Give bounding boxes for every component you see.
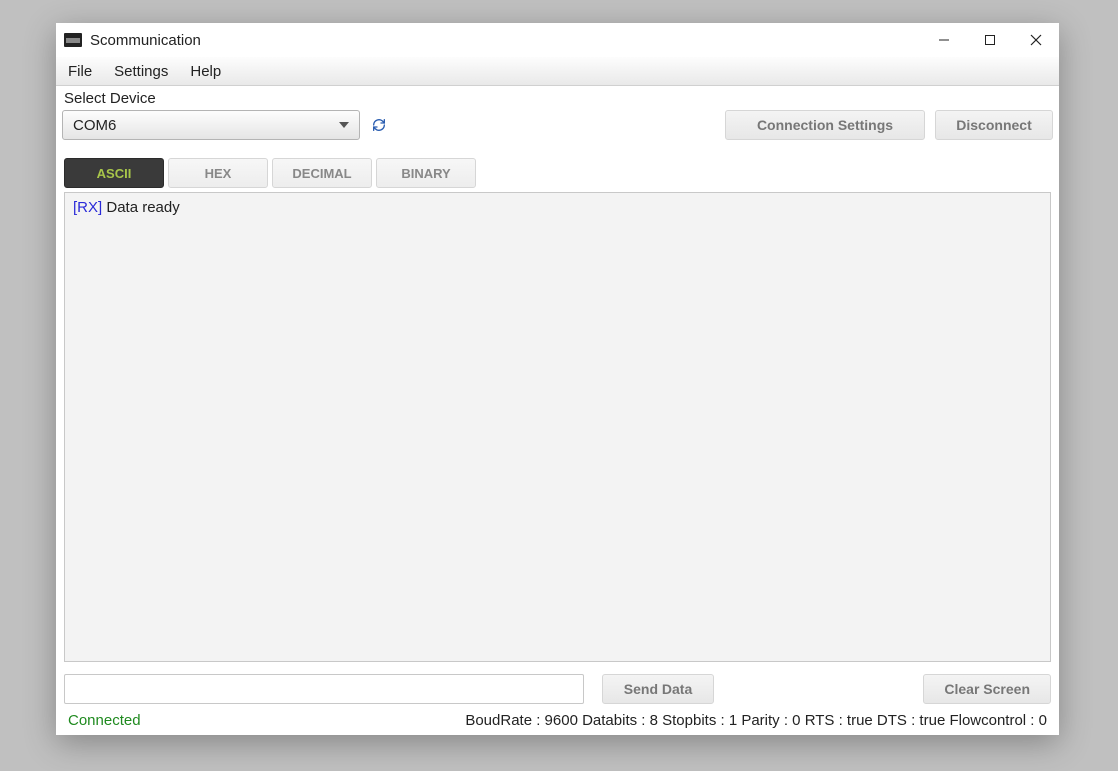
- tab-binary[interactable]: BINARY: [376, 158, 476, 188]
- log-rx-prefix: [RX]: [73, 199, 102, 216]
- close-button[interactable]: [1013, 23, 1059, 57]
- connection-params: BoudRate : 9600 Databits : 8 Stopbits : …: [465, 712, 1047, 729]
- tab-decimal[interactable]: DECIMAL: [272, 158, 372, 188]
- app-window: Scommunication File Settings Help Select…: [56, 23, 1059, 735]
- clear-screen-button[interactable]: Clear Screen: [923, 674, 1051, 704]
- connection-settings-button[interactable]: Connection Settings: [725, 110, 925, 140]
- refresh-icon: [371, 117, 387, 133]
- title-bar: Scommunication: [56, 23, 1059, 57]
- device-select[interactable]: COM6: [62, 110, 360, 140]
- menu-file[interactable]: File: [68, 63, 92, 80]
- disconnect-button[interactable]: Disconnect: [935, 110, 1053, 140]
- connection-status: Connected: [68, 712, 141, 729]
- tab-hex[interactable]: HEX: [168, 158, 268, 188]
- app-icon: [64, 33, 82, 47]
- close-icon: [1030, 34, 1042, 46]
- window-title: Scommunication: [90, 32, 201, 49]
- log-message: Data ready: [106, 199, 179, 216]
- menu-help[interactable]: Help: [190, 63, 221, 80]
- maximize-icon: [984, 34, 996, 46]
- window-controls: [921, 23, 1059, 57]
- minimize-icon: [938, 34, 950, 46]
- log-output[interactable]: [RX] Data ready: [64, 192, 1051, 662]
- menu-settings[interactable]: Settings: [114, 63, 168, 80]
- maximize-button[interactable]: [967, 23, 1013, 57]
- refresh-button[interactable]: [370, 116, 388, 134]
- device-selected-value: COM6: [73, 117, 116, 134]
- tab-ascii[interactable]: ASCII: [64, 158, 164, 188]
- status-bar: Connected BoudRate : 9600 Databits : 8 S…: [62, 708, 1053, 735]
- select-device-label: Select Device: [64, 90, 1053, 107]
- send-input[interactable]: [64, 674, 584, 704]
- chevron-down-icon: [339, 122, 349, 128]
- send-data-button[interactable]: Send Data: [602, 674, 714, 704]
- menu-bar: File Settings Help: [56, 57, 1059, 86]
- format-tabs: ASCII HEX DECIMAL BINARY: [64, 158, 1053, 188]
- minimize-button[interactable]: [921, 23, 967, 57]
